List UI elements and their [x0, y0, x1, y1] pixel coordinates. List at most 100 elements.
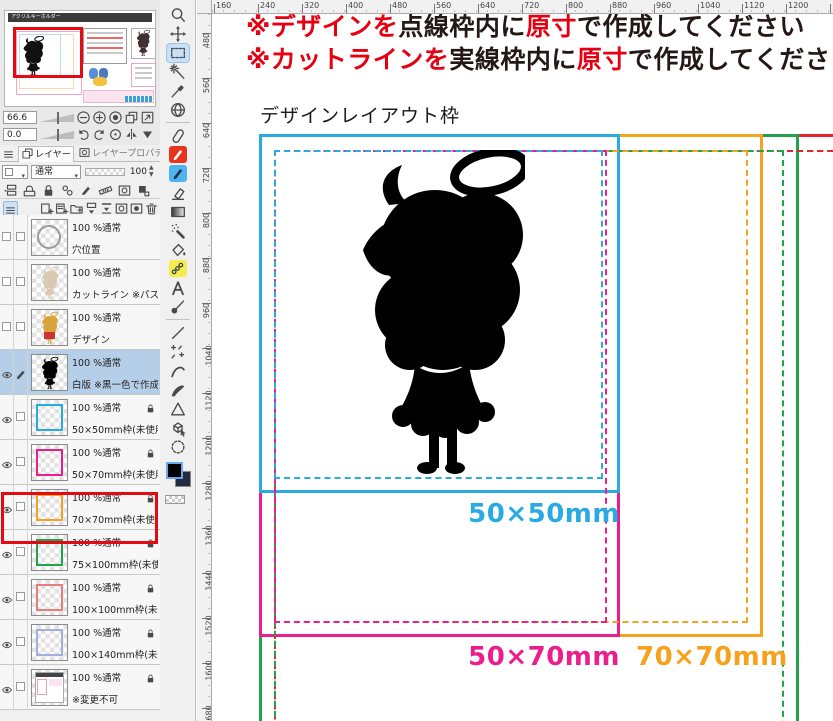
lock-layer-icon[interactable] — [41, 183, 56, 198]
fit-window-button[interactable] — [140, 110, 155, 125]
gradient-tool[interactable] — [167, 203, 189, 221]
draft-layer-icon[interactable] — [79, 183, 94, 198]
eye-icon[interactable] — [1, 546, 13, 558]
brush-tool[interactable] — [167, 381, 189, 399]
layer-row-4[interactable]: 100 %通常白版 ※黒一色で作成 — [0, 350, 160, 395]
panel-menu-icon[interactable] — [2, 148, 15, 161]
edit-checkbox[interactable] — [16, 592, 25, 601]
lock-alpha-icon[interactable] — [22, 183, 37, 198]
object-tool[interactable] — [167, 419, 189, 437]
layer-thumbnail[interactable] — [31, 579, 68, 616]
eye-icon[interactable] — [1, 591, 13, 603]
edit-cell[interactable] — [14, 575, 28, 620]
visibility-cell[interactable] — [0, 395, 14, 440]
transparent-color-swatch[interactable] — [165, 495, 185, 504]
reset-rotation-button[interactable] — [108, 127, 123, 142]
new-raster-layer-button[interactable] — [39, 201, 54, 216]
eye-icon[interactable] — [1, 411, 13, 423]
layer-row-6[interactable]: 100 %通常50×70mm枠(未使用) — [0, 440, 160, 485]
text-tool[interactable] — [167, 279, 189, 297]
opacity-slider[interactable] — [85, 168, 125, 176]
polygon-tool[interactable] — [167, 400, 189, 418]
edit-checkbox[interactable] — [16, 457, 25, 466]
layer-thumbnail[interactable] — [31, 309, 68, 346]
layer-thumbnail[interactable] — [31, 219, 68, 256]
visibility-cell[interactable] — [0, 350, 14, 395]
fill-tool[interactable] — [167, 241, 189, 259]
opacity-value[interactable]: 100 — [129, 165, 147, 179]
eye-icon[interactable] — [1, 456, 13, 468]
edit-checkbox[interactable] — [16, 547, 25, 556]
apply-mask-button[interactable] — [129, 201, 144, 216]
zoom-slider-handle[interactable] — [57, 112, 59, 124]
eraser-tool[interactable] — [167, 184, 189, 202]
foreground-color-swatch[interactable] — [166, 462, 183, 479]
pen-tool[interactable] — [167, 127, 189, 145]
ruler-icon[interactable] — [98, 183, 113, 198]
zoom-tool[interactable] — [167, 6, 189, 24]
visibility-cell[interactable] — [0, 620, 14, 665]
edit-checkbox[interactable] — [16, 412, 25, 421]
navigator-preview[interactable]: アクリルキーホルダー — [4, 10, 156, 107]
zoom-100-button[interactable] — [108, 110, 123, 125]
visibility-cell[interactable] — [0, 260, 14, 305]
visibility-checkbox[interactable] — [2, 277, 11, 286]
layer-row-2[interactable]: 100 %通常カットライン ※パスで作成 — [0, 260, 160, 305]
zoom-out-button[interactable] — [76, 110, 91, 125]
layer-thumbnail[interactable] — [31, 669, 68, 706]
tab-layer-property[interactable]: レイヤープロパティ — [76, 146, 160, 162]
layer-thumbnail[interactable] — [31, 354, 68, 391]
layer-row-9[interactable]: 100 %通常100×100mm枠(未使用) — [0, 575, 160, 620]
zoom-value-field[interactable]: 66.6 — [3, 111, 37, 124]
curve-tool[interactable] — [167, 362, 189, 380]
edit-checkbox[interactable] — [16, 232, 25, 241]
visibility-cell[interactable] — [0, 305, 14, 350]
edit-cell[interactable] — [14, 440, 28, 485]
edit-cell[interactable] — [14, 260, 28, 305]
transfer-down-button[interactable] — [84, 201, 99, 216]
edit-cell[interactable] — [14, 620, 28, 665]
tab-layer[interactable]: レイヤー — [18, 146, 74, 162]
reference-layer-icon[interactable] — [60, 183, 75, 198]
rotate-left-button[interactable] — [76, 127, 91, 142]
layer-thumbnail[interactable] — [31, 444, 68, 481]
edit-checkbox[interactable] — [16, 322, 25, 331]
auto-select-tool[interactable] — [167, 63, 189, 81]
move-tool[interactable] — [167, 25, 189, 43]
rotation-value-field[interactable]: 0.0 — [3, 128, 37, 141]
zoom-in-button[interactable] — [92, 110, 107, 125]
blend-mode-select[interactable]: 通常▾ — [31, 165, 81, 179]
layer-row-11[interactable]: 100 %通常※変更不可 — [0, 665, 160, 710]
edit-cell[interactable] — [14, 665, 28, 710]
edit-cell[interactable] — [14, 350, 28, 395]
layer-thumbnail[interactable] — [31, 399, 68, 436]
eye-icon[interactable] — [1, 681, 13, 693]
visibility-cell[interactable] — [0, 665, 14, 710]
eye-icon[interactable] — [1, 636, 13, 648]
flip-horizontal-button[interactable] — [124, 127, 139, 142]
red-pen-tool[interactable] — [167, 146, 189, 164]
blue-pen-tool[interactable] — [167, 165, 189, 183]
visibility-cell[interactable] — [0, 440, 14, 485]
edit-checkbox[interactable] — [16, 277, 25, 286]
new-folder-button[interactable] — [69, 201, 84, 216]
edit-cell[interactable] — [14, 395, 28, 440]
layer-thumbnail[interactable] — [31, 264, 68, 301]
clip-at-layer-icon[interactable] — [3, 183, 18, 198]
blob-pen-tool[interactable] — [167, 298, 189, 316]
layer-row-10[interactable]: 100 %通常100×140mm枠(未使用) — [0, 620, 160, 665]
edit-checkbox[interactable] — [16, 637, 25, 646]
rotation-slider-handle[interactable] — [57, 129, 59, 141]
eyedropper-tool[interactable] — [167, 82, 189, 100]
visibility-cell[interactable] — [0, 215, 14, 260]
opacity-stepper[interactable]: ▲▼ — [149, 164, 154, 178]
effect-tool[interactable] — [167, 343, 189, 361]
visibility-checkbox[interactable] — [2, 232, 11, 241]
edit-cell[interactable] — [14, 305, 28, 350]
mask-icon[interactable] — [117, 183, 132, 198]
layer-row-1[interactable]: 100 %通常穴位置 — [0, 215, 160, 260]
canvas[interactable]: ※デザインを点線枠内に原寸で作成してください ※カットラインを実線枠内に原寸で作… — [212, 14, 833, 721]
merge-down-button[interactable] — [99, 201, 114, 216]
layer-color-select[interactable]: ▾ — [2, 165, 28, 179]
edit-checkbox[interactable] — [16, 682, 25, 691]
